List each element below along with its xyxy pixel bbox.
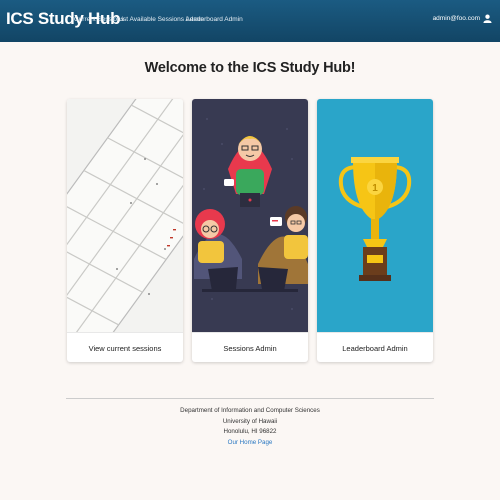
nav-leaderboard-admin[interactable]: Leaderboard Admin xyxy=(186,16,243,23)
svg-text:1: 1 xyxy=(372,183,378,194)
footer-department: Department of Information and Computer S… xyxy=(180,407,320,414)
home-page-link[interactable]: Our Home Page xyxy=(228,439,273,446)
footer-address: Honolulu, HI 96822 xyxy=(223,428,277,435)
card-label-leaderboard-admin: Leaderboard Admin xyxy=(317,332,433,362)
study-group-image xyxy=(192,99,308,332)
footer: Department of Information and Computer S… xyxy=(0,406,500,448)
footer-divider xyxy=(66,398,434,399)
footer-university: University of Hawaii xyxy=(222,417,278,425)
welcome-heading: Welcome to the ICS Study Hub! xyxy=(144,60,356,76)
card-sessions-admin[interactable]: Sessions Admin xyxy=(192,99,308,362)
user-icon xyxy=(483,14,492,23)
card-view-sessions[interactable]: View current sessions xyxy=(67,99,183,362)
calendar-image xyxy=(67,99,183,332)
trophy-image: 1 xyxy=(317,99,433,332)
card-leaderboard-admin[interactable]: 1 Leaderboard Admin xyxy=(317,99,433,362)
user-email: admin@foo.com xyxy=(432,15,480,22)
nav-current-sessions[interactable]: Current Sessions xyxy=(74,16,124,23)
card-label-view-sessions: View current sessions xyxy=(67,332,183,362)
user-menu[interactable]: admin@foo.com xyxy=(433,14,492,23)
card-label-sessions-admin: Sessions Admin xyxy=(192,332,308,362)
navbar: ICS Study Hub Current Sessions List Avai… xyxy=(0,0,500,42)
